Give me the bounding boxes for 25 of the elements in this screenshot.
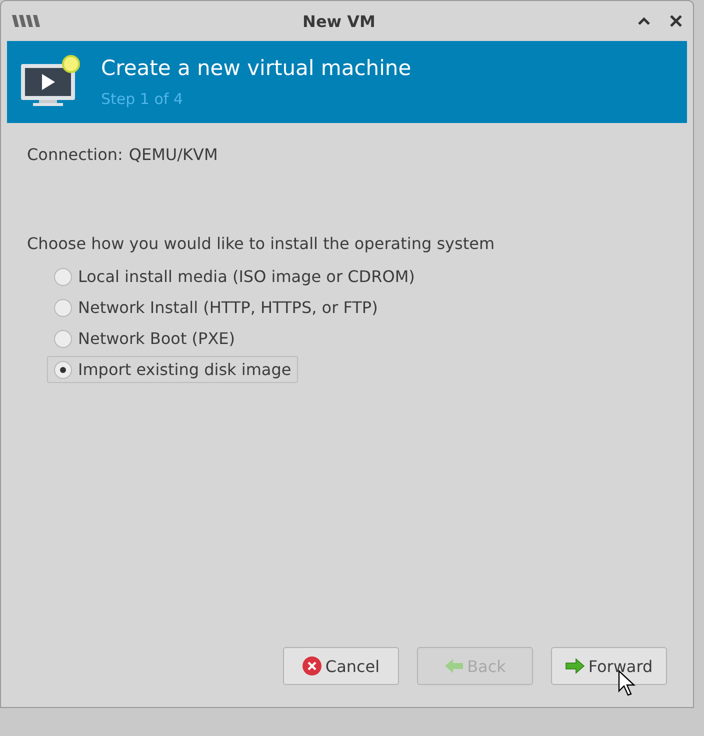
install-option[interactable]: Local install media (ISO image or CDROM) bbox=[47, 263, 422, 290]
header-title: Create a new virtual machine bbox=[101, 56, 412, 80]
left-arrow-icon bbox=[444, 658, 464, 674]
connection-label: Connection: bbox=[27, 145, 123, 164]
option-label: Import existing disk image bbox=[78, 360, 292, 379]
right-arrow-icon bbox=[565, 658, 586, 674]
window-title: New VM bbox=[302, 12, 376, 30]
connection-value: QEMU/KVM bbox=[128, 145, 218, 164]
install-option[interactable]: Import existing disk image bbox=[47, 356, 298, 383]
install-option[interactable]: Network Boot (PXE) bbox=[47, 325, 242, 352]
app-logo-icon bbox=[11, 14, 41, 28]
radio-button[interactable] bbox=[54, 298, 72, 316]
cancel-icon bbox=[302, 656, 322, 676]
radio-button[interactable] bbox=[54, 330, 72, 348]
step-indicator: Step 1 of 4 bbox=[101, 90, 184, 108]
close-icon[interactable] bbox=[669, 14, 683, 28]
maximize-icon[interactable] bbox=[637, 16, 651, 26]
radio-button[interactable] bbox=[54, 268, 72, 286]
radio-button[interactable] bbox=[54, 360, 72, 378]
install-option[interactable]: Network Install (HTTP, HTTPS, or FTP) bbox=[47, 294, 385, 321]
install-prompt: Choose how you would like to install the operating system bbox=[27, 234, 496, 253]
cancel-button[interactable]: Cancel bbox=[283, 647, 399, 685]
option-label: Local install media (ISO image or CDROM) bbox=[78, 267, 415, 286]
option-label: Network Install (HTTP, HTTPS, or FTP) bbox=[78, 298, 378, 317]
option-label: Network Boot (PXE) bbox=[78, 329, 236, 348]
